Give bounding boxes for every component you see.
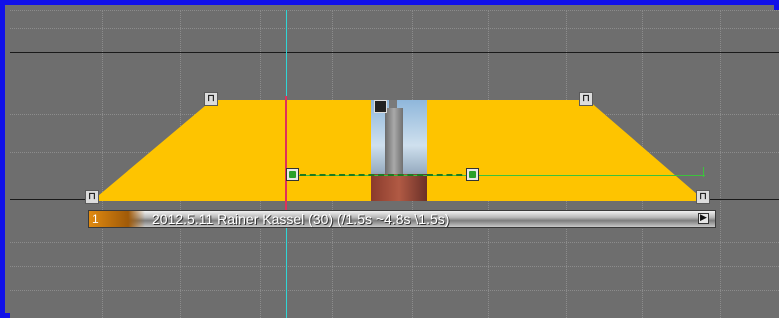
clip-title: 2012.5.11 Rainer Kassel (30) (/1.5s ~4.8… xyxy=(152,211,450,227)
fade-handle-icon[interactable]: ⊓ xyxy=(579,92,593,106)
clip-end-glyph: ▶ xyxy=(700,213,707,223)
keyframe-icon[interactable] xyxy=(286,168,299,181)
thumbnail-select-box[interactable] xyxy=(374,100,387,113)
fade-handle-glyph: ⊓ xyxy=(207,93,215,104)
clip-bar[interactable]: 1 2012.5.11 Rainer Kassel (30) (/1.5s ~4… xyxy=(88,210,716,228)
fade-handle-icon[interactable]: ⊓ xyxy=(204,92,218,106)
timeline-window: ⊓ ⊓ ⊓ ⊓ 1 2012.5.11 Rainer Kassel (30) (… xyxy=(0,0,779,318)
keyframe-path-end xyxy=(703,167,704,177)
clip-thumbnail xyxy=(371,100,427,201)
fade-handle-glyph: ⊓ xyxy=(699,191,707,202)
timeline-track-area[interactable]: ⊓ ⊓ ⊓ ⊓ 1 2012.5.11 Rainer Kassel (30) (… xyxy=(10,10,779,318)
fade-handle-icon[interactable]: ⊓ xyxy=(696,190,710,204)
thumbnail-building xyxy=(371,174,427,201)
fade-handle-glyph: ⊓ xyxy=(88,191,96,202)
fade-handle-glyph: ⊓ xyxy=(582,93,590,104)
edit-cursor-line xyxy=(285,96,287,212)
fade-handle-icon[interactable]: ⊓ xyxy=(85,190,99,204)
keyframe-icon[interactable] xyxy=(466,168,479,181)
clip-index-label: 1 xyxy=(92,212,99,226)
clip-end-arrow-icon[interactable]: ▶ xyxy=(698,213,709,224)
keyframe-path-dashed xyxy=(300,174,472,176)
